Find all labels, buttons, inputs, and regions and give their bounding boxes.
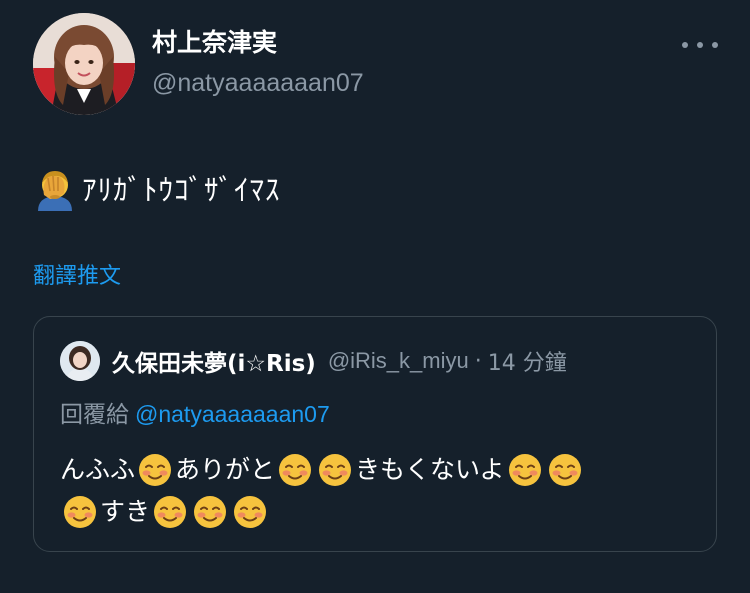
- author-display-name[interactable]: 村上奈津実: [152, 27, 364, 59]
- author-avatar[interactable]: [33, 13, 135, 115]
- smiling-face-emoji-icon: [194, 496, 227, 528]
- quoted-tweet-text: んふふ ありがと きもくないよすき: [60, 449, 700, 533]
- quoted-text-line: んふふ ありがと きもくないよ: [60, 449, 700, 491]
- smiling-face-emoji-icon: [234, 496, 267, 528]
- smiling-face-emoji-icon: [154, 496, 187, 528]
- smiling-face-emoji-icon: [319, 454, 352, 486]
- quoted-text-line: すき: [60, 491, 700, 533]
- quoted-text-segment: ありがと: [175, 455, 276, 484]
- smiling-face-emoji-icon: [139, 454, 172, 486]
- facepalm-emoji-icon: [38, 171, 72, 211]
- reply-label: 回覆給: [60, 402, 129, 428]
- quoted-tweet-time: 14 分鐘: [487, 351, 567, 376]
- quoted-author-handle: @iRis_k_miyu: [327, 348, 469, 373]
- quoted-text-segment: きもくないよ: [355, 455, 505, 484]
- tweet: 村上奈津実 @natyaaaaaaan07 ｱﾘｶﾞﾄｳｺﾞｻﾞｲﾏｽ 翻譯推文: [0, 0, 750, 593]
- dot: [697, 42, 703, 48]
- tweet-text-content: ｱﾘｶﾞﾄｳｺﾞｻﾞｲﾏｽ: [82, 173, 281, 207]
- smiling-face-emoji-icon: [64, 496, 96, 528]
- avatar-photo: [33, 13, 135, 115]
- quoted-tweet-card[interactable]: 久保田未夢(i☆Ris) @iRis_k_miyu · 14 分鐘 回覆給 @na…: [33, 316, 717, 552]
- quoted-text-segment: すき: [100, 497, 151, 526]
- translate-tweet-link[interactable]: 翻譯推文: [33, 262, 121, 292]
- reply-context: 回覆給 @natyaaaaaaan07: [60, 398, 330, 431]
- author-info: 村上奈津実 @natyaaaaaaan07: [152, 27, 364, 99]
- smiling-face-emoji-icon: [508, 454, 541, 486]
- quoted-text-segment: んふふ: [60, 455, 136, 484]
- smiling-face-emoji-icon: [279, 454, 312, 486]
- quoted-author-name: 久保田未夢(i☆Ris): [112, 351, 316, 377]
- author-handle[interactable]: @natyaaaaaaan07: [152, 67, 364, 99]
- quoted-tweet-header: 久保田未夢(i☆Ris) @iRis_k_miyu · 14 分鐘: [60, 341, 567, 381]
- dot: [712, 42, 718, 48]
- reply-mention-link[interactable]: @natyaaaaaaan07: [135, 401, 330, 427]
- more-options-icon[interactable]: [682, 35, 718, 55]
- dot: [682, 42, 688, 48]
- smiling-face-emoji-icon: [548, 454, 581, 486]
- quoted-avatar-photo: [60, 341, 100, 381]
- tweet-text: ｱﾘｶﾞﾄｳｺﾞｻﾞｲﾏｽ: [32, 165, 281, 211]
- meta-separator: ·: [474, 348, 482, 374]
- quoted-author-avatar[interactable]: [60, 341, 100, 381]
